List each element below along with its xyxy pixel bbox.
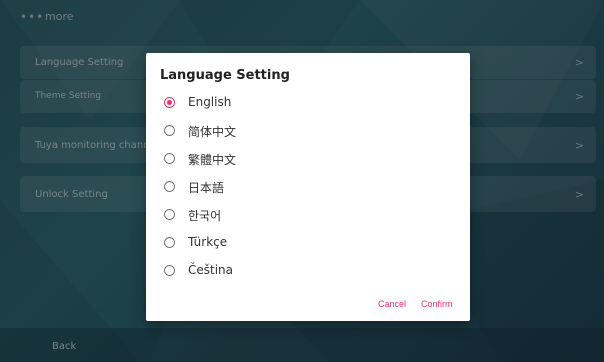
- radio-unselected-icon[interactable]: [164, 125, 175, 136]
- radio-unselected-icon[interactable]: [164, 153, 175, 164]
- dialog-title: Language Setting: [160, 68, 290, 83]
- language-option-label: 한국어: [188, 209, 222, 223]
- cancel-button[interactable]: Cancel: [378, 299, 406, 309]
- language-option-simplified-chinese[interactable]: 简体中文: [146, 119, 470, 145]
- radio-unselected-icon[interactable]: [164, 265, 175, 276]
- confirm-button[interactable]: Confirm: [421, 299, 453, 309]
- language-option-english[interactable]: English: [146, 91, 470, 117]
- language-dialog: Language Setting English 简体中文 繁體中文 日本語 한…: [146, 53, 470, 321]
- language-option-japanese[interactable]: 日本語: [146, 175, 470, 201]
- language-option-korean[interactable]: 한국어: [146, 203, 470, 229]
- language-option-czech[interactable]: Čeština: [146, 259, 470, 285]
- language-option-turkish[interactable]: Türkçe: [146, 231, 470, 257]
- language-option-label: Türkçe: [188, 235, 228, 249]
- language-option-label: 简体中文: [188, 125, 237, 139]
- language-option-label: 繁體中文: [188, 153, 237, 167]
- language-option-traditional-chinese[interactable]: 繁體中文: [146, 147, 470, 173]
- radio-selected-icon[interactable]: [164, 97, 175, 108]
- language-option-label: Čeština: [188, 263, 234, 277]
- language-option-label: English: [188, 95, 232, 109]
- radio-unselected-icon[interactable]: [164, 181, 175, 192]
- radio-unselected-icon[interactable]: [164, 209, 175, 220]
- radio-unselected-icon[interactable]: [164, 237, 175, 248]
- language-option-label: 日本語: [188, 181, 225, 195]
